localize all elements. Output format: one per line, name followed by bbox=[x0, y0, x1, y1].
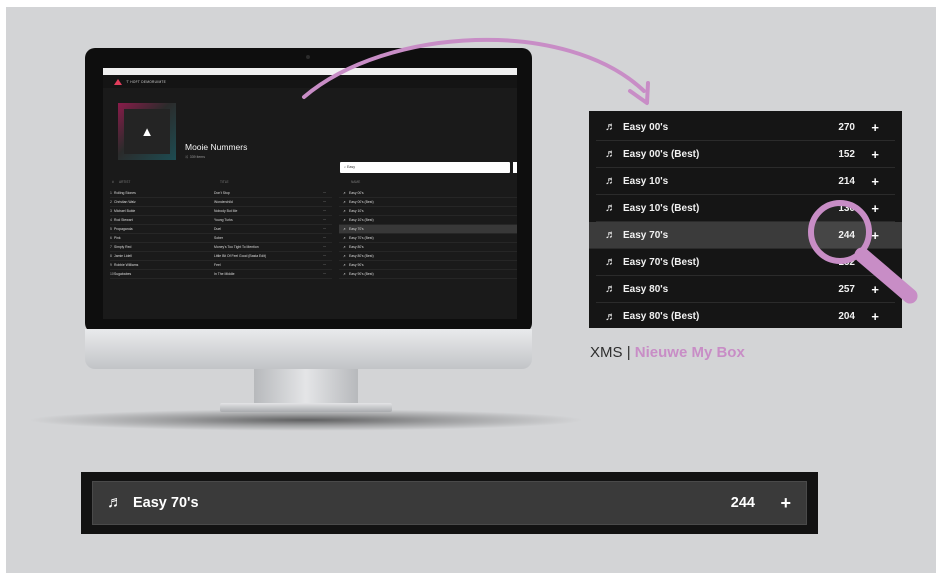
logo-mark-icon: ▲ bbox=[140, 124, 154, 139]
library-search-input[interactable]: ⌕ Easy bbox=[340, 162, 510, 173]
column-header-number[interactable]: # bbox=[112, 180, 114, 184]
list-item[interactable]: ♬ Easy 10's (Best) bbox=[339, 216, 517, 225]
music-note-icon: ♬ bbox=[605, 283, 616, 295]
search-button[interactable] bbox=[513, 162, 517, 173]
music-note-icon: ♬ bbox=[605, 148, 616, 160]
playlist-item-count: 339 items bbox=[189, 155, 205, 159]
list-item[interactable]: ♬ Easy 10's bbox=[339, 207, 517, 216]
table-row[interactable]: 4 Rod Stewart Young Turks ⋯ bbox=[110, 216, 332, 225]
canvas: 'T HOFT DEMORUIMTE ▲ Mooie Nummers ⤨ 339… bbox=[6, 7, 936, 573]
list-item[interactable]: ♬ Easy 90's bbox=[339, 261, 517, 270]
list-item[interactable]: ♬ Easy 00's bbox=[339, 189, 517, 198]
list-item[interactable]: ♬ Easy 00's (Best) bbox=[339, 198, 517, 207]
library-list: ♬ Easy 00's ♬ Easy 00's (Best) ♬ Easy 10's … bbox=[339, 189, 517, 279]
list-item[interactable]: ♬ Easy 80's bbox=[339, 243, 517, 252]
playlist-meta: ⤨ 339 items bbox=[185, 155, 205, 159]
music-note-icon: ♬ bbox=[605, 229, 616, 241]
row-menu-icon[interactable]: ⋯ bbox=[318, 263, 326, 267]
table-row[interactable]: 9 Robbie Williams Feel ⋯ bbox=[110, 261, 332, 270]
row-menu-icon[interactable]: ⋯ bbox=[318, 236, 326, 240]
list-item[interactable]: ♬ Easy 80's (Best) 204 + bbox=[596, 303, 895, 330]
zoomed-library-panel: ♬ Easy 00's 270 + ♬ Easy 00's (Best) 152 + ♬ Ea… bbox=[589, 111, 902, 328]
caption-separator: | bbox=[626, 344, 631, 361]
camera-dot bbox=[306, 55, 310, 59]
caption-highlight: Nieuwe My Box bbox=[634, 344, 745, 361]
list-item-selected[interactable]: ♬ Easy 70's 244 + bbox=[589, 222, 902, 249]
caption: XMS | Nieuwe My Box bbox=[590, 344, 745, 361]
track-count: 244 bbox=[730, 495, 755, 511]
enlarged-row-panel: ♬ Easy 70's 244 + bbox=[81, 472, 818, 534]
row-menu-icon[interactable]: ⋯ bbox=[318, 245, 326, 249]
playlist-cover: ▲ bbox=[118, 103, 176, 160]
table-row[interactable]: 7 Simply Red Money's Too Tight To Mention ⋯ bbox=[110, 243, 332, 252]
add-icon[interactable]: + bbox=[855, 147, 879, 162]
column-header-name[interactable]: NAME bbox=[351, 180, 360, 184]
row-menu-icon[interactable]: ⋯ bbox=[318, 209, 326, 213]
playlist-name: Easy 70's bbox=[133, 495, 199, 511]
music-note-icon: ♬ bbox=[605, 175, 616, 187]
list-item[interactable]: ♬ Easy 70's (Best) 152 + bbox=[596, 249, 895, 276]
row-menu-icon[interactable]: ⋯ bbox=[318, 218, 326, 222]
column-header-title[interactable]: TITLE bbox=[220, 180, 229, 184]
add-icon[interactable]: + bbox=[855, 282, 879, 297]
track-table: 1 Rolling Stones Don't Stop ⋯ 2 Christian Wa… bbox=[110, 189, 332, 279]
brand-name: 'T HOFT DEMORUIMTE bbox=[126, 79, 167, 84]
add-icon[interactable]: + bbox=[855, 255, 879, 270]
list-item[interactable]: ♬ Easy 00's 270 + bbox=[596, 114, 895, 141]
imac-foot bbox=[220, 403, 392, 412]
app-screen: 'T HOFT DEMORUIMTE ▲ Mooie Nummers ⤨ 339… bbox=[103, 68, 517, 319]
search-icon: ⌕ bbox=[344, 165, 347, 169]
row-menu-icon[interactable]: ⋯ bbox=[318, 191, 326, 195]
list-item[interactable]: ♬ Easy 10's (Best) 130 + bbox=[596, 195, 895, 222]
row-menu-icon[interactable]: ⋯ bbox=[318, 272, 326, 276]
row-menu-icon[interactable]: ⋯ bbox=[318, 200, 326, 204]
music-note-icon: ♬ bbox=[605, 202, 616, 214]
row-menu-icon[interactable]: ⋯ bbox=[318, 254, 326, 258]
music-note-icon: ♬ bbox=[605, 121, 616, 133]
list-item[interactable]: ♬ Easy 10's 214 + bbox=[596, 168, 895, 195]
imac-stand bbox=[254, 369, 358, 405]
table-row[interactable]: 2 Christian Walz Wonderchild ⋯ bbox=[110, 198, 332, 207]
table-row[interactable]: 3 Michael Buble Nobody But Me ⋯ bbox=[110, 207, 332, 216]
caption-prefix: XMS bbox=[590, 344, 623, 361]
playlist-title: Mooie Nummers bbox=[185, 142, 248, 152]
list-item-selected[interactable]: ♬ Easy 70's bbox=[339, 225, 517, 234]
add-icon[interactable]: + bbox=[855, 309, 879, 324]
add-icon[interactable]: + bbox=[855, 174, 879, 189]
table-row[interactable]: 6 Pink Sober ⋯ bbox=[110, 234, 332, 243]
table-row[interactable]: 10 Sugababes In The Middle ⋯ bbox=[110, 270, 332, 279]
music-note-icon: ♬ bbox=[605, 256, 616, 268]
desk-shadow bbox=[26, 409, 586, 431]
column-header-artist[interactable]: ARTIST bbox=[119, 180, 130, 184]
imac-chin bbox=[85, 329, 532, 369]
brand-logo-icon[interactable] bbox=[114, 78, 122, 85]
add-icon[interactable]: + bbox=[755, 493, 791, 514]
row-menu-icon[interactable]: ⋯ bbox=[318, 227, 326, 231]
list-item[interactable]: ♬ Easy 80's 257 + bbox=[596, 276, 895, 303]
list-item[interactable]: ♬ Easy 80's (Best) bbox=[339, 252, 517, 261]
add-icon[interactable]: + bbox=[855, 120, 879, 135]
shuffle-icon[interactable]: ⤨ bbox=[185, 155, 188, 159]
browser-bar bbox=[103, 68, 517, 75]
music-note-icon: ♬ bbox=[605, 310, 616, 323]
table-row[interactable]: 5 Propaganda Duel ⋯ bbox=[110, 225, 332, 234]
list-item[interactable]: ♬ Easy 90's (Best) bbox=[339, 270, 517, 279]
list-item[interactable]: ♬ Easy 00's (Best) 152 + bbox=[596, 141, 895, 168]
app-nav: 'T HOFT DEMORUIMTE bbox=[103, 75, 517, 88]
list-item-selected[interactable]: ♬ Easy 70's 244 + bbox=[92, 481, 807, 525]
table-row[interactable]: 1 Rolling Stones Don't Stop ⋯ bbox=[110, 189, 332, 198]
add-icon[interactable]: + bbox=[855, 228, 879, 243]
add-icon[interactable]: + bbox=[855, 201, 879, 216]
music-note-icon: ♬ bbox=[107, 494, 123, 511]
table-row[interactable]: 8 Jamie Lidell Little Bit Of Feel Good (Ba… bbox=[110, 252, 332, 261]
list-item[interactable]: ♬ Easy 70's (Best) bbox=[339, 234, 517, 243]
